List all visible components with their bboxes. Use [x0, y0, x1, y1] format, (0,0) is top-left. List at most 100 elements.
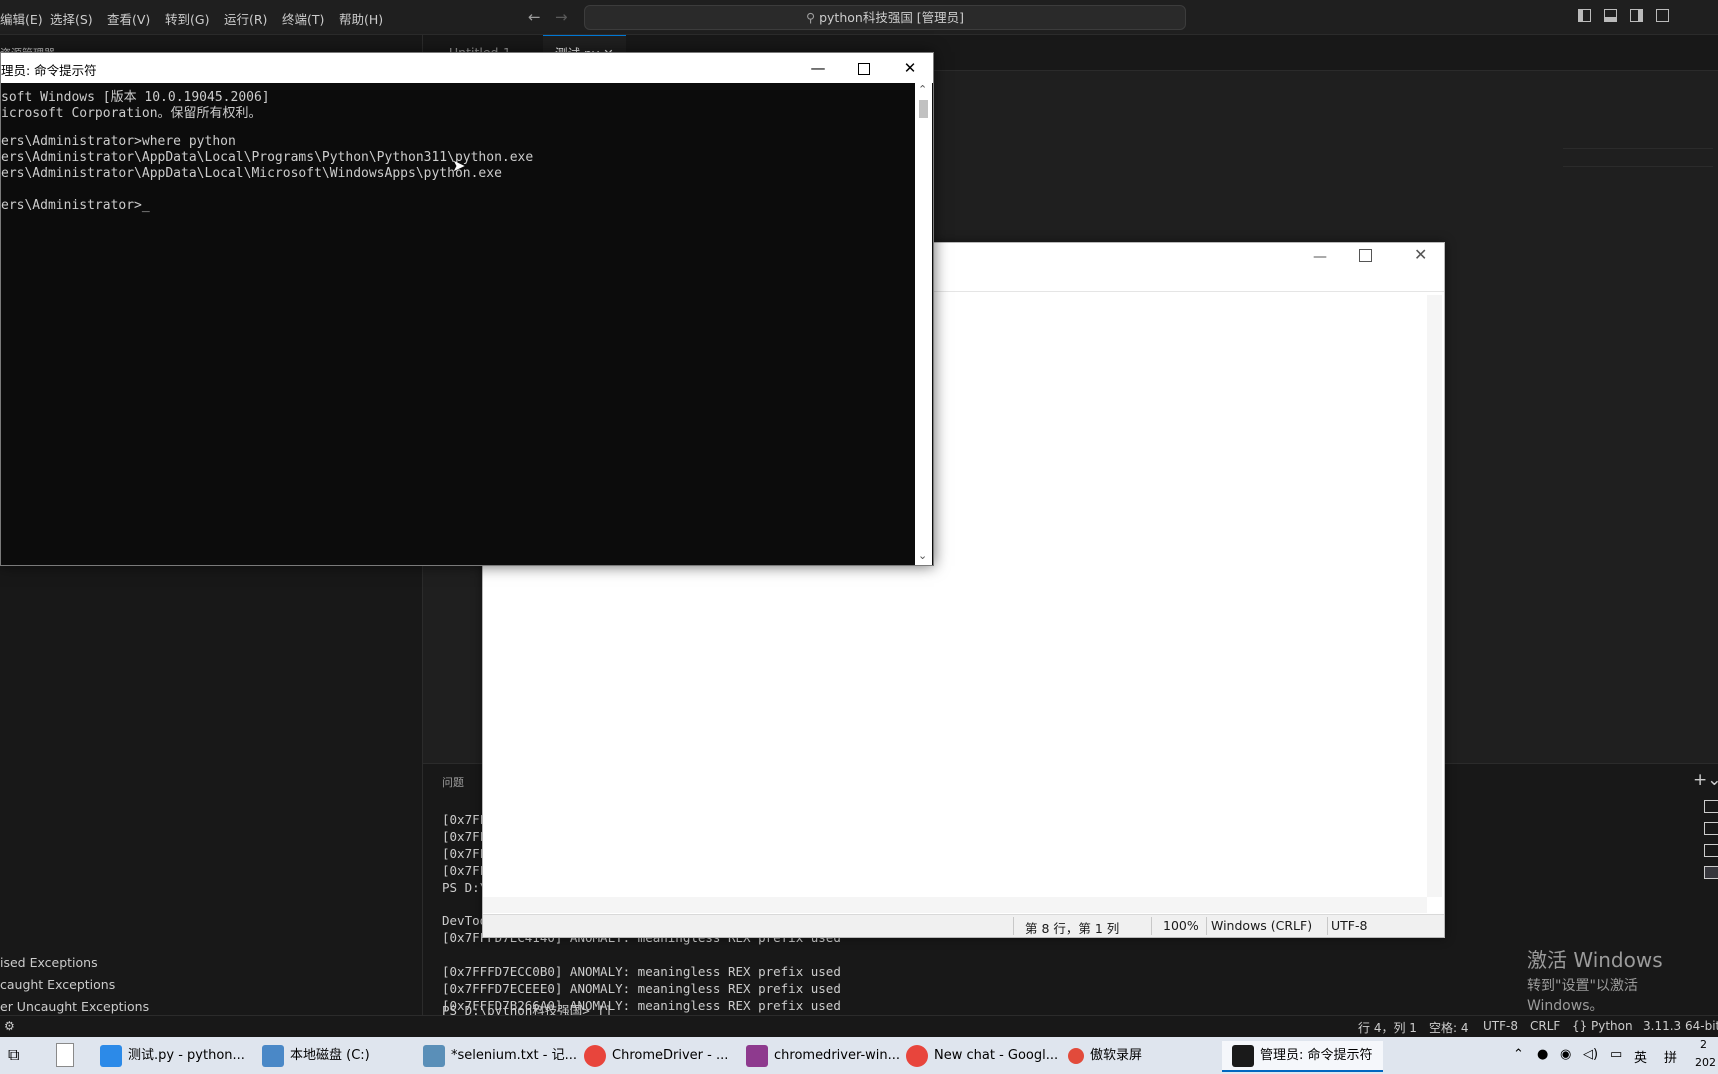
- file-icon[interactable]: [56, 1043, 74, 1067]
- terminal-line: PS D:\: [442, 880, 488, 895]
- status-language[interactable]: Python: [1591, 1019, 1633, 1033]
- status-cursor-position[interactable]: 行 4，列 1: [1358, 1019, 1417, 1036]
- close-icon[interactable]: ✕: [1414, 245, 1427, 264]
- cmd-icon: [1232, 1044, 1254, 1067]
- divider: [1206, 917, 1207, 935]
- notepad-icon: [423, 1044, 445, 1067]
- menu-view[interactable]: 查看(V): [107, 9, 150, 28]
- cmd-title: 理员: 命令提示符: [1, 63, 97, 78]
- scrollbar-thumb[interactable]: [919, 100, 928, 118]
- terminal-line: [0x7FF: [442, 812, 488, 827]
- status-eol[interactable]: CRLF: [1530, 1019, 1560, 1033]
- menu-help[interactable]: 帮助(H): [339, 9, 383, 28]
- breakpoint-user-uncaught-exceptions[interactable]: er Uncaught Exceptions: [0, 999, 149, 1014]
- remote-icon[interactable]: ⚙: [4, 1019, 15, 1033]
- ime-mode[interactable]: 拼: [1664, 1047, 1677, 1066]
- cmd-vertical-scrollbar[interactable]: ⌃ ⌄: [915, 83, 932, 565]
- minimize-icon[interactable]: —: [795, 53, 841, 83]
- notepad-zoom: 100%: [1163, 918, 1199, 933]
- divider: [1327, 917, 1328, 935]
- menu-go[interactable]: 转到(G): [165, 9, 209, 28]
- toggle-panel-icon[interactable]: [1604, 9, 1617, 22]
- taskbar-app-chrome-chromedriver[interactable]: ChromeDriver - ...: [584, 1041, 728, 1070]
- watermark-title: 激活 Windows: [1527, 948, 1663, 972]
- notepad-vertical-scrollbar[interactable]: [1427, 295, 1442, 897]
- terminal-line: [0x7FF: [442, 829, 488, 844]
- customize-layout-icon[interactable]: [1656, 9, 1669, 22]
- archive-icon: [746, 1044, 768, 1067]
- terminal-instance-icon[interactable]: [1704, 866, 1718, 879]
- mouse-cursor-icon: ➤: [452, 156, 466, 175]
- toggle-sidebar-icon[interactable]: [1578, 9, 1591, 22]
- terminal-instance-icon[interactable]: [1704, 800, 1718, 813]
- notepad-horizontal-scrollbar[interactable]: [483, 897, 1427, 913]
- watermark-subtitle: 转到"设置"以激活 Windows。: [1527, 978, 1638, 1014]
- terminal-line: [0x7FF: [442, 846, 488, 861]
- toggle-secondary-sidebar-icon[interactable]: [1630, 9, 1643, 22]
- taskbar-app-vscode[interactable]: 测试.py - python...: [100, 1041, 245, 1070]
- ime-language[interactable]: 英: [1634, 1047, 1647, 1066]
- tab-problems[interactable]: 问题: [442, 774, 464, 790]
- close-icon[interactable]: ✕: [887, 53, 933, 83]
- drive-icon: [262, 1044, 284, 1067]
- terminal-line: [0x7FFFD7ECC0B0] ANOMALY: meaningless RE…: [442, 964, 841, 979]
- new-terminal-icon[interactable]: +⌄: [1693, 770, 1718, 790]
- taskbar-app-explorer[interactable]: 本地磁盘 (C:): [262, 1041, 370, 1070]
- divider: [1151, 917, 1152, 935]
- menu-terminal[interactable]: 终端(T): [282, 9, 324, 28]
- scroll-down-icon[interactable]: ⌄: [918, 549, 927, 562]
- qq-icon[interactable]: ◉: [1560, 1047, 1571, 1062]
- record-icon: [1068, 1047, 1084, 1064]
- taskbar-app-chrome-newchat[interactable]: New chat - Googl...: [906, 1041, 1058, 1070]
- cmd-titlebar: 理员: 命令提示符 — ✕: [1, 53, 933, 83]
- minimap-divider: [1563, 148, 1713, 149]
- status-encoding[interactable]: UTF-8: [1483, 1019, 1518, 1033]
- maximize-icon[interactable]: [841, 53, 887, 83]
- microphone-icon[interactable]: ●: [1537, 1047, 1548, 1062]
- chrome-icon: [584, 1044, 606, 1067]
- chevron-up-icon[interactable]: ⌃: [1513, 1047, 1524, 1062]
- menu-selection[interactable]: 选择(S): [50, 9, 93, 28]
- taskbar-app-cmd[interactable]: 管理员: 命令提示符: [1222, 1041, 1383, 1072]
- notepad-line-ending: Windows (CRLF): [1211, 918, 1313, 933]
- terminal-line: [0x7FFFD7ECEEE0] ANOMALY: meaningless RE…: [442, 981, 841, 996]
- activation-watermark: 激活 Windows 转到"设置"以激活 Windows。: [1527, 944, 1718, 1015]
- breakpoint-raised-exceptions[interactable]: ised Exceptions: [0, 955, 98, 970]
- status-indentation[interactable]: 空格: 4: [1429, 1019, 1469, 1036]
- status-interpreter[interactable]: 3.11.3 64-bit: [1643, 1019, 1718, 1033]
- taskbar-app-recorder[interactable]: 傲软录屏: [1068, 1041, 1142, 1070]
- back-arrow-icon[interactable]: ←: [528, 8, 541, 26]
- minimize-icon[interactable]: —: [1313, 249, 1327, 265]
- maximize-icon[interactable]: [1359, 249, 1372, 262]
- cmd-output-line: ers\Administrator\AppData\Local\Microsof…: [1, 166, 502, 181]
- network-icon[interactable]: ▭: [1610, 1047, 1622, 1062]
- taskbar-app-archive[interactable]: chromedriver-win...: [746, 1041, 900, 1070]
- vscode-titlebar: 编辑(E) 选择(S) 查看(V) 转到(G) 运行(R) 终端(T) 帮助(H…: [0, 0, 1718, 35]
- terminal-instance-icon[interactable]: [1704, 822, 1718, 835]
- clock-time[interactable]: 2: [1700, 1038, 1707, 1051]
- menu-edit[interactable]: 编辑(E): [0, 9, 43, 28]
- cmd-window[interactable]: 理员: 命令提示符 — ✕ soft Windows [版本 10.0.1904…: [0, 52, 934, 566]
- notepad-encoding: UTF-8: [1331, 918, 1368, 933]
- task-view-icon[interactable]: ⧉: [8, 1045, 19, 1065]
- taskbar-app-notepad[interactable]: *selenium.txt - 记...: [423, 1041, 577, 1070]
- menu-run[interactable]: 运行(R): [224, 9, 267, 28]
- divider: [1013, 917, 1014, 935]
- clock-date[interactable]: 202: [1695, 1056, 1716, 1069]
- scroll-up-icon[interactable]: ⌃: [918, 83, 927, 96]
- chrome-icon: [906, 1044, 928, 1067]
- cmd-output-line: icrosoft Corporation。保留所有权利。: [1, 106, 262, 121]
- braces-icon: {}: [1572, 1019, 1588, 1033]
- volume-icon[interactable]: ◁): [1583, 1047, 1598, 1062]
- vscode-icon: [100, 1044, 122, 1067]
- terminal-line: DevToo: [442, 913, 488, 928]
- notepad-statusbar: 第 8 行，第 1 列 100% Windows (CRLF) UTF-8: [483, 914, 1444, 937]
- vscode-statusbar: ⚙ 行 4，列 1 空格: 4 UTF-8 CRLF {} Python 3.1…: [0, 1015, 1718, 1038]
- cmd-prompt-line[interactable]: ers\Administrator>_: [1, 198, 150, 213]
- terminal-line: [0x7FF: [442, 863, 488, 878]
- search-icon: ⚲: [805, 10, 820, 25]
- breakpoint-uncaught-exceptions[interactable]: caught Exceptions: [0, 977, 115, 992]
- terminal-instance-icon[interactable]: [1704, 844, 1718, 857]
- command-center-search[interactable]: ⚲ python科技强国 [管理员]: [584, 5, 1186, 30]
- forward-arrow-icon[interactable]: →: [555, 8, 568, 26]
